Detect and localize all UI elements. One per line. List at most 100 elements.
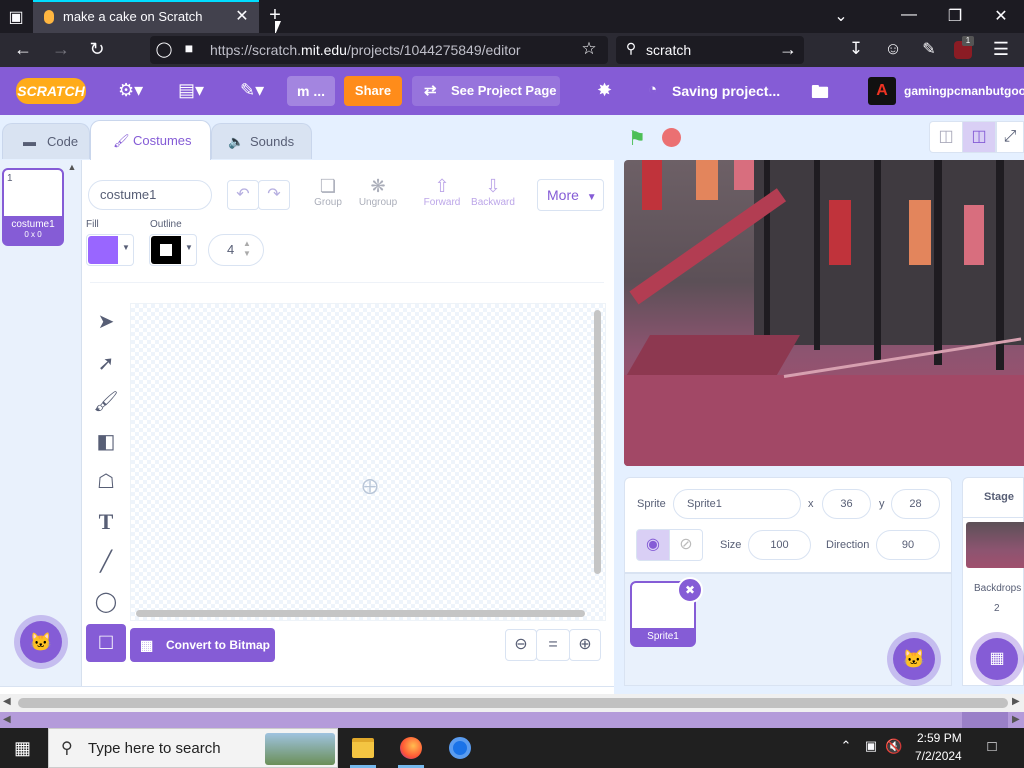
scroll-thumb[interactable] (18, 698, 1008, 708)
fill-color-picker[interactable]: ▼ (86, 234, 134, 266)
bookmark-star-icon[interactable]: ☆ (578, 39, 600, 61)
theme-lightbulb-icon[interactable]: ✸ (597, 80, 612, 101)
choose-sprite-button[interactable]: 🐱 (893, 638, 935, 680)
back-icon[interactable]: ← (12, 39, 34, 61)
file-explorer-icon[interactable] (352, 738, 374, 758)
paint-canvas[interactable] (130, 303, 606, 621)
backward-button[interactable]: ⇩ Backward (470, 176, 516, 208)
forward-button[interactable]: ⇧ Forward (422, 176, 462, 208)
canvas-horizontal-scrollbar[interactable] (136, 610, 585, 617)
size-input[interactable]: 100 (748, 530, 811, 560)
costume-list-scrollbar[interactable]: ▲ (67, 162, 77, 656)
costume-item[interactable]: 1 costume1 0 x 0 (2, 168, 64, 246)
zoom-reset-button[interactable]: = (536, 629, 570, 661)
lock-icon[interactable]: ■ (181, 40, 197, 60)
scroll-up-icon[interactable]: ▲ (67, 162, 77, 172)
chrome-icon[interactable] (449, 737, 471, 759)
strip-scroll-thumb[interactable] (962, 712, 1008, 728)
line-tool-icon[interactable]: ╱ (90, 546, 122, 578)
delete-sprite-button[interactable]: ✖ (677, 577, 703, 603)
avatar[interactable]: A (868, 77, 896, 105)
tab-costumes[interactable]: 🖌 Costumes (90, 120, 211, 160)
restore-icon[interactable]: ❐ (944, 6, 966, 26)
convert-to-bitmap-button[interactable]: ▦ Convert to Bitmap (130, 628, 275, 662)
scroll-right-icon[interactable]: ▶ (1012, 696, 1020, 707)
clock-time[interactable]: 2:59 PM (917, 731, 962, 745)
notifications-icon[interactable]: □ (982, 738, 1002, 758)
rectangle-tool-button[interactable]: □ (86, 624, 126, 662)
fullscreen-button[interactable]: ⤢ (996, 121, 1024, 153)
search-go-icon[interactable]: → (778, 39, 798, 61)
tab-close-icon[interactable]: ✕ (232, 6, 252, 26)
normal-stage-button[interactable]: ◫ (962, 121, 996, 153)
choose-backdrop-button[interactable]: ▦ (976, 638, 1018, 680)
taskbar-search-box[interactable]: ⚲ Type here to search (48, 728, 338, 768)
extensions-icon[interactable]: ✎ (918, 39, 940, 61)
outline-color-picker[interactable]: ▼ (149, 234, 197, 266)
canvas-vertical-scrollbar[interactable] (594, 310, 601, 574)
undo-button[interactable]: ↶ (227, 180, 259, 210)
url-text[interactable]: https://scratch.mit.edu/projects/1044275… (210, 42, 521, 58)
small-stage-button[interactable]: ◫ (929, 121, 963, 153)
firefox-icon[interactable] (400, 737, 422, 759)
settings-gear-icon[interactable]: ⚙▾ (118, 80, 143, 101)
zoom-in-button[interactable]: ⊕ (569, 629, 601, 661)
clock-date[interactable]: 7/2/2024 (915, 749, 962, 763)
sprite-name-input[interactable]: Sprite1 (673, 489, 801, 519)
my-stuff-folder-icon[interactable]: 🖿 (811, 80, 829, 110)
scratch-logo[interactable]: SCRATCH (16, 78, 86, 104)
select-tool-arrow-icon[interactable]: ➤ (90, 306, 122, 338)
zoom-out-button[interactable]: ⊖ (505, 629, 537, 661)
eraser-tool-icon[interactable]: ◧ (90, 426, 122, 458)
minimize-icon[interactable]: — (898, 6, 920, 26)
stage-canvas[interactable] (624, 160, 1024, 466)
file-menu-icon[interactable]: ▤▾ (178, 80, 204, 101)
app-menu-icon[interactable]: ☰ (990, 39, 1012, 61)
windows-start-icon[interactable]: ▦ (14, 738, 34, 758)
account-icon[interactable]: ☺ (882, 39, 904, 61)
forward-icon[interactable]: → (50, 39, 72, 61)
tray-chevron-icon[interactable]: ⌃ (838, 738, 854, 758)
green-flag-icon[interactable]: ⚑ (628, 126, 650, 150)
browser-search-text[interactable]: scratch (646, 42, 691, 58)
see-project-page-button[interactable]: ⇄ See Project Page (412, 76, 560, 106)
text-tool-icon[interactable]: T (90, 506, 122, 538)
tab-sounds[interactable]: 🔈 Sounds (211, 123, 312, 159)
stepper-arrows-icon[interactable]: ▲ ▼ (243, 239, 251, 259)
project-title-button[interactable]: m ... (287, 76, 335, 106)
choose-costume-button[interactable]: 🐱 (20, 621, 62, 663)
downloads-icon[interactable]: ↧ (845, 39, 867, 61)
y-input[interactable]: 28 (891, 489, 940, 519)
x-input[interactable]: 36 (822, 489, 871, 519)
volume-muted-icon[interactable]: 🔇 (884, 738, 904, 758)
direction-input[interactable]: 90 (876, 530, 940, 560)
strip-scroll-right-icon[interactable]: ▶ (1012, 714, 1020, 725)
share-button[interactable]: Share (344, 76, 402, 106)
circle-tool-icon[interactable]: ◯ (90, 586, 122, 618)
page-horizontal-scrollbar[interactable]: ◀ ▶ (0, 694, 1024, 712)
outline-width-stepper[interactable]: 4 ▲ ▼ (208, 234, 264, 266)
stop-sign-icon[interactable] (662, 128, 681, 147)
edit-menu-icon[interactable]: ✎▾ (240, 80, 264, 101)
username[interactable]: gamingpcmanbutgoo (904, 84, 1024, 98)
ungroup-button[interactable]: ❋ Ungroup (356, 176, 400, 208)
reshape-tool-icon[interactable]: ➚ (90, 348, 122, 380)
tab-list-icon[interactable]: ▣ (6, 7, 26, 27)
more-dropdown[interactable]: More ▼ (537, 179, 604, 211)
costume-name-input[interactable]: costume1 (88, 180, 212, 210)
hide-sprite-button[interactable]: ⊘ (669, 529, 703, 561)
brush-tool-icon[interactable]: 🖌 (90, 386, 122, 418)
tab-code[interactable]: ▬ Code (2, 123, 90, 159)
network-icon[interactable]: ▣ (861, 738, 881, 758)
group-button[interactable]: ❏ Group (310, 176, 346, 208)
backdrop-thumbnail[interactable] (966, 522, 1024, 568)
scroll-left-icon[interactable]: ◀ (3, 696, 11, 707)
strip-scroll-left-icon[interactable]: ◀ (3, 714, 11, 725)
redo-button[interactable]: ↷ (258, 180, 290, 210)
fill-bucket-tool-icon[interactable]: ☖ (90, 466, 122, 498)
browser-search-box[interactable] (616, 36, 804, 64)
shield-icon[interactable]: ◯ (154, 40, 174, 60)
show-sprite-button[interactable]: ◉ (636, 529, 670, 561)
tab-dropdown-icon[interactable]: ⌄ (830, 6, 852, 26)
reload-icon[interactable]: ↻ (86, 39, 108, 61)
